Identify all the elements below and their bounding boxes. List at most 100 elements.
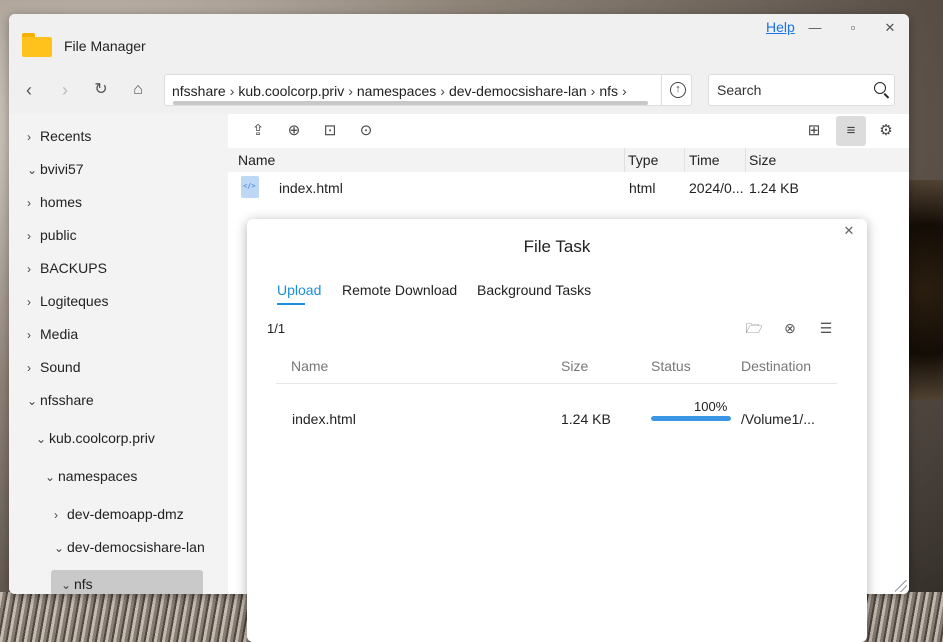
chevron-down-icon: ⌄ bbox=[27, 394, 38, 408]
breadcrumb-separator-icon: › bbox=[590, 83, 596, 99]
search-icon[interactable] bbox=[874, 82, 886, 94]
sidebar-item-recents[interactable]: › Recents bbox=[27, 122, 91, 150]
window-resize-grip[interactable] bbox=[895, 580, 907, 592]
chevron-down-icon: ⌄ bbox=[27, 163, 38, 177]
list-view-icon[interactable]: ≡ bbox=[836, 116, 866, 146]
tab-remote-download[interactable]: Remote Download bbox=[342, 282, 457, 298]
active-tab-indicator bbox=[277, 303, 305, 305]
sidebar-item-homes[interactable]: › homes bbox=[27, 188, 82, 216]
chevron-right-icon: › bbox=[27, 229, 31, 243]
sidebar-item-label: Sound bbox=[40, 359, 81, 375]
tab-background-tasks[interactable]: Background Tasks bbox=[477, 282, 591, 298]
file-task-dialog: File Task ✕ Upload Remote Download Backg… bbox=[247, 219, 867, 642]
maximize-icon[interactable]: ▫ bbox=[843, 18, 863, 38]
cancel-circle-icon[interactable]: ⊗ bbox=[781, 320, 799, 336]
task-column-destination: Destination bbox=[741, 358, 812, 374]
progress-bar bbox=[651, 416, 731, 421]
dialog-title: File Task bbox=[523, 237, 591, 256]
breadcrumb[interactable]: nfsshare › kub.coolcorp.priv › namespaces › de… bbox=[164, 74, 692, 106]
breadcrumb-scrollbar[interactable] bbox=[173, 101, 648, 105]
column-header-time[interactable]: Time bbox=[689, 152, 720, 168]
sidebar-item-namespaces[interactable]: ⌄ namespaces bbox=[45, 462, 137, 490]
search-input[interactable] bbox=[717, 81, 867, 99]
breadcrumb-item[interactable]: kub.coolcorp.priv bbox=[238, 83, 344, 99]
title-bar[interactable]: File Manager Help — ▫ ✕ bbox=[9, 14, 909, 64]
breadcrumb-separator-icon: › bbox=[229, 83, 235, 99]
search-box[interactable] bbox=[708, 74, 895, 106]
sidebar-item-nfs[interactable]: ⌄ nfs bbox=[51, 570, 203, 594]
grid-view-icon[interactable]: ⊞ bbox=[802, 120, 826, 142]
sidebar-item-label: namespaces bbox=[58, 468, 138, 484]
parent-folder-button[interactable]: ↑ bbox=[661, 75, 693, 105]
sidebar-item-label: nfs bbox=[74, 576, 93, 592]
sidebar-item-label: BACKUPS bbox=[40, 260, 107, 276]
sidebar-item-backups[interactable]: › BACKUPS bbox=[27, 254, 107, 282]
sidebar-item-sound[interactable]: › Sound bbox=[27, 353, 80, 381]
sidebar-item-kub-coolcorp-priv[interactable]: ⌄ kub.coolcorp.priv bbox=[36, 424, 155, 452]
back-icon[interactable]: ‹ bbox=[17, 78, 41, 102]
home-icon[interactable]: ⌂ bbox=[126, 78, 150, 102]
breadcrumb-separator-icon: › bbox=[440, 83, 445, 99]
sidebar-item-label: bvivi57 bbox=[40, 161, 84, 177]
progress-percent: 100% bbox=[694, 399, 728, 414]
sidebar-item-nfsshare[interactable]: ⌄ nfsshare bbox=[27, 386, 94, 414]
task-column-name: Name bbox=[291, 358, 329, 374]
chevron-right-icon: › bbox=[27, 361, 31, 375]
sidebar-item-dev-democsishare-lan[interactable]: ⌄ dev-democsishare-lan bbox=[54, 533, 204, 561]
remote-download-icon[interactable]: ⊡ bbox=[318, 120, 342, 142]
task-column-size: Size bbox=[561, 358, 589, 374]
refresh-icon[interactable]: ↻ bbox=[89, 78, 113, 102]
clear-list-icon[interactable]: ☰ bbox=[817, 320, 835, 336]
task-file-name: index.html bbox=[292, 411, 356, 427]
breadcrumb-separator-icon: › bbox=[622, 83, 627, 99]
file-size: 1.24 KB bbox=[749, 180, 799, 196]
chevron-right-icon: › bbox=[27, 295, 31, 309]
breadcrumb-separator-icon: › bbox=[348, 83, 353, 99]
breadcrumb-item[interactable]: nfs bbox=[599, 83, 618, 99]
chevron-down-icon: ⌄ bbox=[54, 541, 65, 555]
file-table-header: Name Type Time Size bbox=[228, 148, 909, 172]
sidebar-item-dev-demoapp-dmz[interactable]: › dev-demoapp-dmz bbox=[54, 500, 184, 528]
close-icon[interactable]: ✕ bbox=[880, 18, 900, 38]
sidebar-item-label: dev-demoapp-dmz bbox=[67, 506, 184, 522]
column-header-name[interactable]: Name bbox=[238, 152, 275, 168]
chevron-right-icon: › bbox=[54, 508, 58, 522]
add-icon[interactable]: ⊕ bbox=[282, 120, 306, 142]
forward-icon[interactable]: › bbox=[53, 78, 77, 102]
sidebar-item-label: dev-democsishare-lan bbox=[67, 539, 204, 555]
sidebar-item-media[interactable]: › Media bbox=[27, 320, 78, 348]
breadcrumb-item[interactable]: namespaces bbox=[357, 83, 436, 99]
sidebar-item-label: nfsshare bbox=[40, 392, 94, 408]
sidebar-item-public[interactable]: › public bbox=[27, 221, 77, 249]
close-icon[interactable]: ✕ bbox=[842, 224, 856, 238]
more-icon[interactable]: ⊙ bbox=[354, 120, 378, 142]
breadcrumb-item[interactable]: dev-democsishare-lan bbox=[449, 83, 587, 99]
upload-icon[interactable]: ⇪ bbox=[246, 120, 270, 142]
toolbar: ⇪ ⊕ ⊡ ⊙ ⊞ ≡ ⚙ bbox=[228, 114, 909, 148]
task-count: 1/1 bbox=[267, 321, 286, 336]
task-file-size: 1.24 KB bbox=[561, 411, 611, 427]
open-folder-icon[interactable]: 🗁 bbox=[745, 320, 763, 336]
file-type: html bbox=[629, 180, 656, 196]
chevron-right-icon: › bbox=[27, 130, 31, 144]
task-column-status: Status bbox=[651, 358, 691, 374]
minimize-icon[interactable]: — bbox=[805, 18, 825, 38]
sidebar-item-bvivi57[interactable]: ⌄ bvivi57 bbox=[27, 155, 84, 183]
column-header-size[interactable]: Size bbox=[749, 152, 776, 168]
chevron-right-icon: › bbox=[27, 196, 31, 210]
column-header-type[interactable]: Type bbox=[628, 152, 658, 168]
chevron-down-icon: ⌄ bbox=[61, 578, 72, 592]
tab-upload[interactable]: Upload bbox=[277, 282, 321, 298]
chevron-down-icon: ⌄ bbox=[45, 470, 56, 484]
sidebar-item-logiteques[interactable]: › Logiteques bbox=[27, 287, 109, 315]
arrow-up-icon: ↑ bbox=[670, 82, 686, 98]
settings-gear-icon[interactable]: ⚙ bbox=[874, 120, 898, 142]
divider bbox=[276, 383, 837, 384]
sidebar-item-label: Media bbox=[40, 326, 79, 342]
breadcrumb-item[interactable]: nfsshare bbox=[172, 83, 226, 99]
progress-bar-fill bbox=[651, 416, 731, 421]
sidebar-item-label: Recents bbox=[40, 128, 92, 144]
table-row[interactable]: index.html html 2024/0... 1.24 KB bbox=[228, 172, 909, 204]
chevron-right-icon: › bbox=[27, 328, 31, 342]
help-link[interactable]: Help bbox=[766, 19, 795, 35]
